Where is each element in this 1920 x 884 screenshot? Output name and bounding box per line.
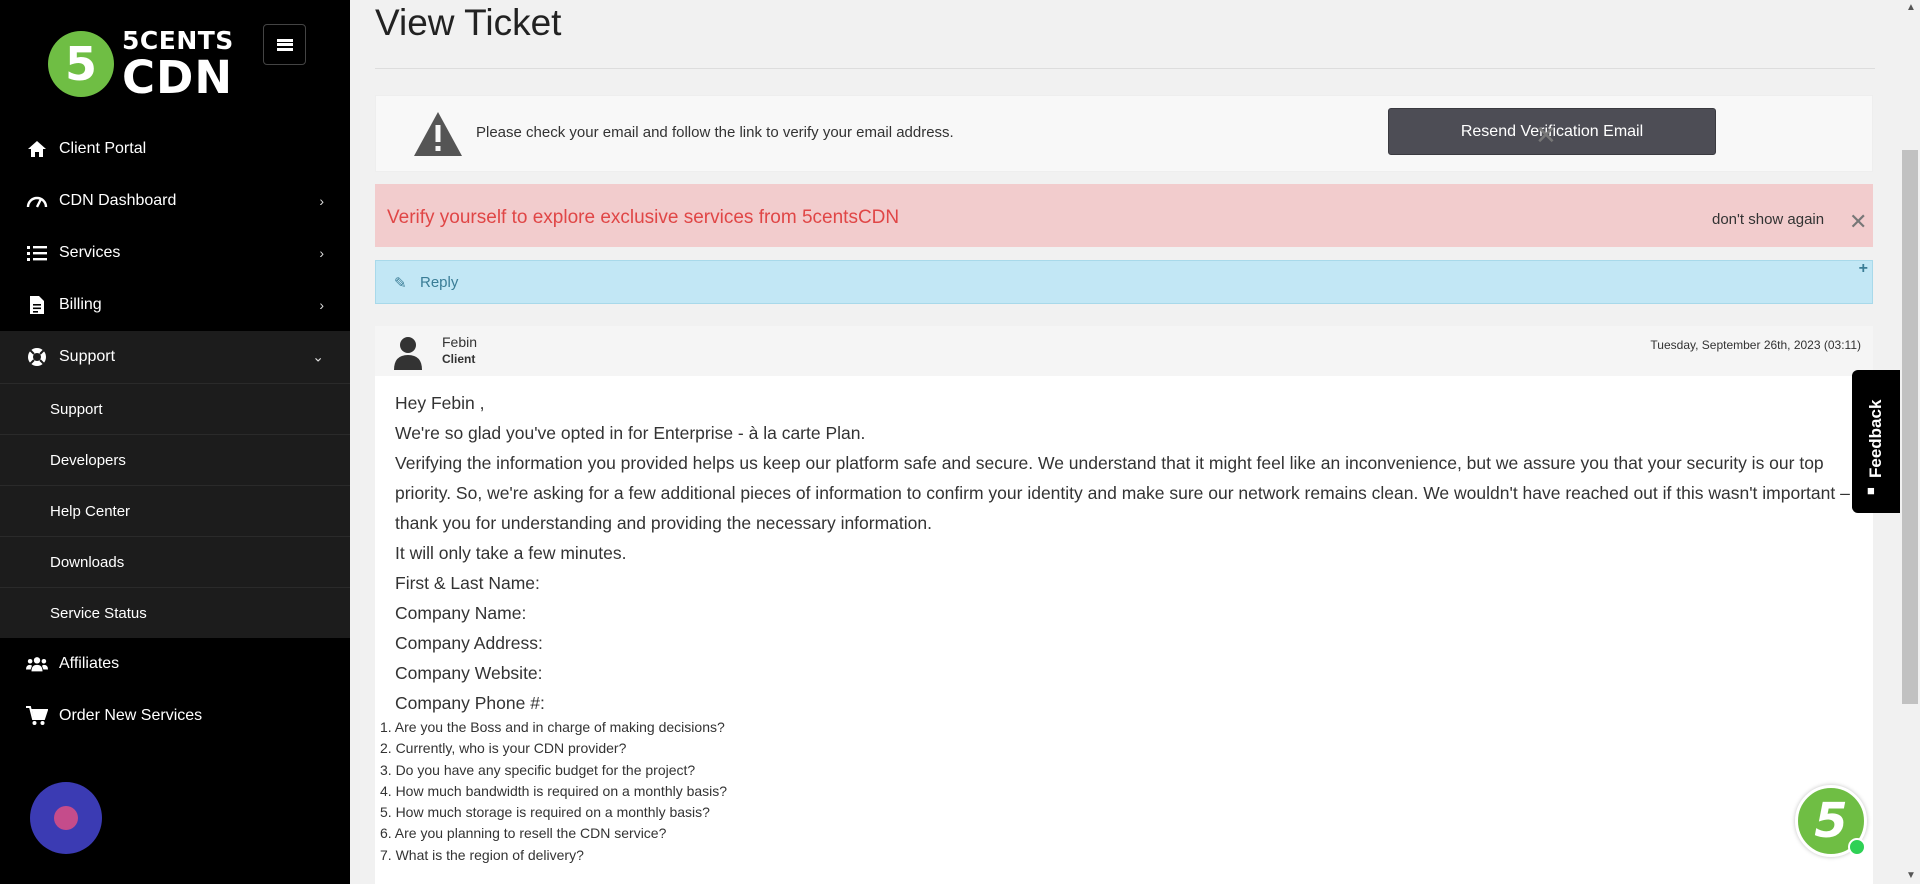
message-paragraph: It will only take a few minutes. xyxy=(395,543,627,563)
reply-label: Reply xyxy=(420,274,459,291)
verify-alert-message: Verify yourself to explore exclusive ser… xyxy=(387,207,900,228)
submenu-item-downloads[interactable]: Downloads xyxy=(0,536,350,587)
chevron-down-icon: ⌄ xyxy=(312,348,324,365)
chevron-right-icon: › xyxy=(319,193,324,209)
form-field-label: Company Phone #: xyxy=(395,693,545,713)
question-item: 7. What is the region of delivery? xyxy=(380,846,584,863)
scroll-up-arrow-icon[interactable]: ▲ xyxy=(1906,2,1916,13)
sidebar-item-label: Affiliates xyxy=(59,655,120,672)
question-list: 1. Are you the Boss and in charge of mak… xyxy=(380,717,727,866)
question-item: 5. How much storage is required on a mon… xyxy=(380,804,710,821)
sidebar-item-label: Support xyxy=(59,348,116,365)
list-icon xyxy=(26,242,48,264)
form-field-label: Company Name: xyxy=(395,603,527,623)
expand-plus-icon[interactable]: + xyxy=(1859,260,1868,278)
question-item: 1. Are you the Boss and in charge of mak… xyxy=(380,719,725,735)
scrollbar-thumb[interactable] xyxy=(1902,150,1918,704)
message-body: Hey Febin , We're so glad you've opted i… xyxy=(395,388,1865,718)
sidebar-item-support[interactable]: Support ⌄ xyxy=(0,331,350,383)
pencil-icon: ✎ xyxy=(394,275,407,292)
cart-icon xyxy=(26,705,48,727)
message-paragraph: We're so glad you've opted in for Enterp… xyxy=(395,423,866,443)
logo-wordmark: 5CENTS CDN xyxy=(122,28,234,100)
sidebar-item-affiliates[interactable]: Affiliates xyxy=(0,638,350,690)
support-submenu: Support Developers Help Center Downloads… xyxy=(0,383,350,638)
gauge-icon xyxy=(26,190,48,212)
assistant-dot-icon xyxy=(54,806,78,830)
online-status-dot xyxy=(1848,838,1866,856)
sidebar-item-label: Order New Services xyxy=(59,707,203,724)
sidebar-item-services[interactable]: Services › xyxy=(0,227,350,279)
brand-logo[interactable]: 5 5CENTS CDN xyxy=(48,28,234,100)
verify-alert: Verify yourself to explore exclusive ser… xyxy=(375,184,1873,247)
question-item: 3. Do you have any specific budget for t… xyxy=(380,761,696,778)
author-role: Client xyxy=(442,352,476,366)
question-item: 2. Currently, who is your CDN provider? xyxy=(380,740,627,757)
message-date: Tuesday, September 26th, 2023 (03:11) xyxy=(1650,338,1861,352)
assistant-launcher-button[interactable] xyxy=(30,782,102,854)
sidebar-item-client-portal[interactable]: Client Portal xyxy=(0,123,350,175)
ticket-message: Febin Client Tuesday, September 26th, 20… xyxy=(375,326,1873,884)
sidebar-nav: Client Portal CDN Dashboard › Services ›… xyxy=(0,123,350,742)
page-scrollbar[interactable]: ▲ ▼ xyxy=(1900,0,1920,884)
sidebar-item-cdn-dashboard[interactable]: CDN Dashboard › xyxy=(0,175,350,227)
sidebar: 5 5CENTS CDN Client Portal CDN Dashboard… xyxy=(0,0,350,884)
form-field-label: Company Address: xyxy=(395,633,543,653)
author-name: Febin xyxy=(442,334,478,350)
chat-widget-button[interactable]: 5 xyxy=(1795,785,1867,857)
hamburger-icon xyxy=(276,38,293,51)
close-icon[interactable]: ✕ xyxy=(1849,211,1867,233)
form-field-label: First & Last Name: xyxy=(395,573,540,593)
submenu-item-support[interactable]: Support xyxy=(0,383,350,434)
sidebar-item-label: Client Portal xyxy=(59,140,147,157)
warning-icon xyxy=(414,112,462,156)
verification-message: Please check your email and follow the l… xyxy=(476,124,954,141)
scroll-down-arrow-icon[interactable]: ▼ xyxy=(1906,870,1916,881)
submenu-item-developers[interactable]: Developers xyxy=(0,434,350,485)
logo-line2: CDN xyxy=(122,51,234,104)
divider xyxy=(375,68,1875,69)
users-icon xyxy=(26,653,48,675)
user-avatar-icon xyxy=(394,337,422,370)
sidebar-item-label: Services xyxy=(59,244,121,261)
reply-toggle[interactable]: ✎ Reply + xyxy=(375,260,1873,304)
sidebar-item-label: CDN Dashboard xyxy=(59,192,177,209)
message-header: Febin Client Tuesday, September 26th, 20… xyxy=(375,326,1873,376)
chevron-right-icon: › xyxy=(319,297,324,313)
document-icon xyxy=(26,294,48,316)
question-item: 4. How much bandwidth is required on a m… xyxy=(380,782,728,799)
greeting: Hey Febin , xyxy=(395,393,485,413)
sidebar-item-order-new-services[interactable]: Order New Services xyxy=(0,690,350,742)
logo-mark: 5 xyxy=(48,31,114,97)
video-camera-icon: ■ xyxy=(1867,483,1875,498)
sidebar-item-label: Billing xyxy=(59,296,102,313)
chevron-right-icon: › xyxy=(319,245,324,261)
form-field-label: Company Website: xyxy=(395,663,543,683)
close-icon[interactable]: ✕ xyxy=(1535,122,1557,148)
message-paragraph: Verifying the information you provided h… xyxy=(395,453,1850,533)
submenu-item-service-status[interactable]: Service Status xyxy=(0,587,350,638)
menu-toggle-button[interactable] xyxy=(263,24,306,65)
feedback-tab[interactable]: Feedback ■ xyxy=(1852,370,1900,513)
chat-logo-digit: 5 xyxy=(1814,793,1848,849)
sidebar-item-billing[interactable]: Billing › xyxy=(0,279,350,331)
page-title: View Ticket xyxy=(375,2,562,43)
logo-line1: 5CENTS xyxy=(122,26,234,55)
home-icon xyxy=(26,138,48,160)
feedback-label: Feedback xyxy=(1866,399,1885,478)
question-item: 6. Are you planning to resell the CDN se… xyxy=(380,825,667,842)
dont-show-again-link[interactable]: don't show again xyxy=(1712,211,1824,228)
submenu-item-help-center[interactable]: Help Center xyxy=(0,485,350,536)
lifebuoy-icon xyxy=(26,346,48,368)
main-content: View Ticket Please check your email and … xyxy=(350,0,1900,884)
email-verification-notice: Please check your email and follow the l… xyxy=(375,95,1873,172)
